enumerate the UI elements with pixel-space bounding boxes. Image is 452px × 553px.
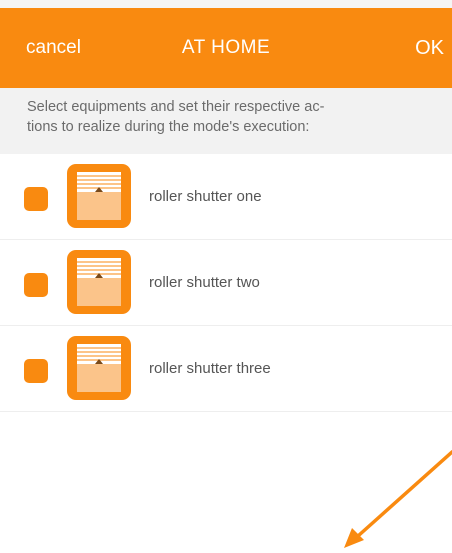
- ok-button[interactable]: OK: [415, 8, 444, 88]
- instructions-line-1: Select equipments and set their respecti…: [27, 99, 325, 115]
- list-item[interactable]: roller shutter three: [0, 326, 452, 412]
- list-item[interactable]: roller shutter one: [0, 154, 452, 240]
- equipment-label: roller shutter one: [149, 188, 262, 205]
- list-item[interactable]: roller shutter two: [0, 240, 452, 326]
- instructions-panel: Select equipments and set their respecti…: [0, 88, 452, 154]
- instructions-text: Select equipments and set their respecti…: [0, 88, 452, 137]
- page-title: AT HOME: [181, 37, 271, 58]
- equipment-checkbox[interactable]: [24, 273, 48, 297]
- equipment-list: roller shutter one roller shutter two ro…: [0, 154, 452, 412]
- roller-shutter-icon: [67, 336, 131, 400]
- mode-equipment-screen: cancel AT HOME OK Select equipments and …: [0, 0, 452, 553]
- status-strip: [0, 0, 452, 8]
- equipment-checkbox[interactable]: [24, 359, 48, 383]
- equipment-label: roller shutter two: [149, 274, 260, 291]
- instructions-line-2: tions to realize during the mode's execu…: [27, 119, 310, 135]
- equipment-label: roller shutter three: [149, 360, 271, 377]
- header-bar: cancel AT HOME OK: [0, 8, 452, 88]
- roller-shutter-icon: [67, 250, 131, 314]
- equipment-checkbox[interactable]: [24, 187, 48, 211]
- roller-shutter-icon: [67, 164, 131, 228]
